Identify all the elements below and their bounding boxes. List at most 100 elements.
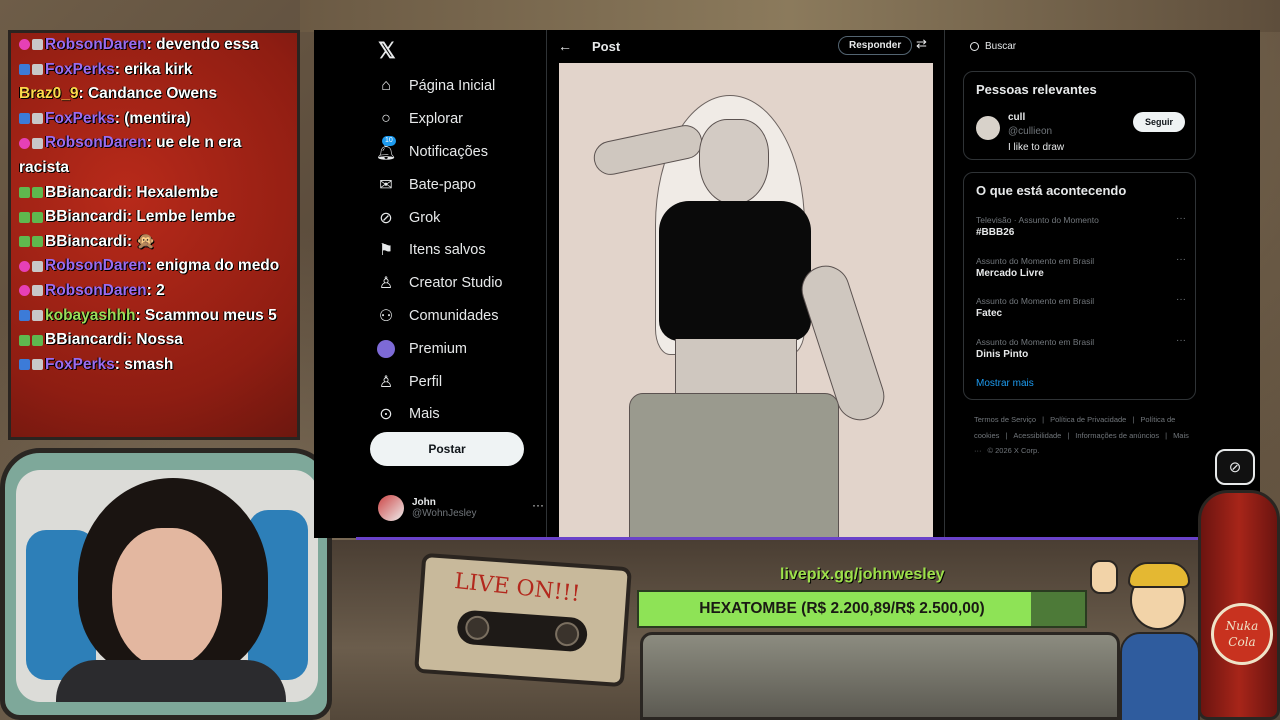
sidebar-item-label: Premium [409,340,468,357]
footer-separator: | [1165,430,1168,440]
chat-separator: : [126,208,137,226]
post-image[interactable] [559,63,933,538]
sidebar-item-label: Perfil [409,373,443,390]
webcam-feed [16,470,318,702]
follow-button[interactable]: Seguir [1133,112,1185,132]
settings-sliders-icon[interactable]: ⇄ [916,36,927,52]
chat-message: BBiancardi: Lembe lembe [11,205,297,230]
sidebar-item-bookmark[interactable]: ⚑ Itens salvos [376,234,503,267]
footer-link[interactable]: Termos de Serviço [974,415,1036,424]
chat-message: RobsonDaren: enigma do medo [11,254,297,279]
chat-username: RobsonDaren [45,36,147,53]
chat-username: kobayashhh [45,306,136,324]
trend-item[interactable]: Assunto do Momento em Brasil Fatec ··· [976,294,1186,319]
streamer-shirt [56,660,286,702]
column-divider [546,30,547,538]
sidebar-item-label: Comunidades [409,307,499,324]
chat-badge-icon [19,359,30,371]
chat-separator: : [146,257,157,275]
streamer-face [112,528,222,668]
sidebar-item-grok[interactable]: ⊘ Grok [376,201,503,234]
sidebar-item-label: Explorar [409,111,463,128]
person-name[interactable]: cull [1008,112,1025,123]
x-logo-icon[interactable]: 𝕏 [378,38,396,64]
sidebar-item-label: Mais [409,406,440,423]
chat-separator: : [126,331,137,349]
footer-link[interactable]: © 2026 X Corp. [988,446,1040,455]
footer-link[interactable]: Acessibilidade [1013,431,1061,440]
search-input[interactable] [985,40,1165,52]
sidebar-item-person[interactable]: ♙ Perfil [376,365,503,398]
sidebar-item-search[interactable]: ○ Explorar [376,103,503,136]
more-dots-icon[interactable]: ··· [1176,254,1186,265]
chat-username: FoxPerks [45,355,115,373]
sidebar-item-communities[interactable]: ⚇ Comunidades [376,300,503,333]
chat-username: RobsonDaren [45,257,147,275]
person-bio: I like to draw [1008,142,1065,153]
sidebar-item-label: Grok [409,209,441,226]
stream-chat: RobsonDaren: devendo essa FoxPerks: erika… [8,30,300,440]
chat-text: devendo essa [156,36,259,53]
chat-text: Nossa [136,331,183,349]
sidebar-item-mail[interactable]: ✉ Bate-papo [376,168,503,201]
chat-message: FoxPerks: (mentira) [11,107,297,132]
chat-separator: : [114,355,125,373]
chat-badge-icon [32,285,43,297]
sidebar-item-label: Itens salvos [409,242,486,259]
more-dots-icon[interactable]: ··· [532,498,544,512]
back-arrow-icon[interactable]: ← [558,38,572,54]
donation-goal-bar: HEXATOMBE (R$ 2.200,89/R$ 2.500,00) [637,590,1087,628]
footer-link[interactable]: Informações de anúncios [1075,431,1159,440]
chat-badge-icon [19,113,30,125]
chat-username: Braz0_9 [19,85,79,103]
more-dots-icon[interactable]: ··· [1176,294,1186,305]
chat-badge-icon [19,260,30,272]
avatar[interactable] [976,116,1000,140]
more-dots-icon[interactable]: ··· [1176,335,1186,346]
account-switcher[interactable]: John @WohnJesley ··· [378,492,544,524]
sidebar-item-premium[interactable]: Premium [376,332,503,365]
trend-item[interactable]: Assunto do Momento em Brasil Mercado Livr… [976,254,1186,279]
chat-username: BBiancardi [45,183,127,201]
chat-separator: : [135,306,145,324]
sidebar-item-label: Creator Studio [409,275,503,292]
sidebar-item-more-circle[interactable]: ⊙ Mais [376,398,503,431]
reply-button[interactable]: Responder [838,36,913,55]
post-header: ← Post Responder ⇄ [546,30,944,62]
sidebar-item-bell[interactable]: 🔔︎ 10 Notificações [375,135,503,169]
chat-badge-icon [19,39,30,51]
trend-item[interactable]: Televisão · Assunto do Momento #BBB26 ··· [976,213,1186,238]
chat-separator: : [146,281,157,299]
trend-item[interactable]: Assunto do Momento em Brasil Dinis Pinto ·… [976,335,1186,360]
trend-name: Dinis Pinto [976,348,1029,360]
overlay-top-strip [300,0,1280,32]
bookmark-icon: ⚑ [378,242,394,260]
creator-studio-icon: ♙ [378,275,394,293]
sidebar-nav: ⌂ Página Inicial ○ Explorar 🔔︎ 10 Notificações… [376,70,503,431]
trend-context: Assunto do Momento em Brasil [976,255,1095,266]
art-figure-top [659,201,811,341]
chat-badge-icon [32,64,43,75]
chat-text: 🙊 [136,232,156,250]
grok-icon: ⊘ [1228,459,1242,476]
chat-text: smash [124,355,174,373]
chat-separator: : [126,183,137,201]
bell-icon: 🔔︎ 10 [375,135,397,161]
search-icon: ○ [381,110,391,128]
trend-name: #BBB26 [976,227,1015,238]
sidebar-item-label: Página Inicial [409,78,496,95]
grok-float-button[interactable]: ⊘ [1215,449,1255,485]
post-button[interactable]: Postar [370,432,524,466]
trends-card: O que está acontecendo Mostrar mais Tele… [963,172,1196,400]
chat-separator: : [146,134,157,152]
search-box[interactable] [962,35,1192,57]
footer-link[interactable]: Política de Privacidade [1050,415,1126,424]
card-title: O que está acontecendo [976,183,1127,198]
sidebar-item-creator-studio[interactable]: ♙ Creator Studio [376,267,503,300]
cassette-tape-graphic: LIVE ON!!! [414,552,632,688]
show-more-link[interactable]: Mostrar mais [976,378,1034,389]
sidebar-item-home[interactable]: ⌂ Página Inicial [376,70,503,103]
more-dots-icon[interactable]: ··· [1176,213,1186,224]
chat-separator: : [78,85,88,103]
vault-boy-mascot [1090,550,1200,720]
